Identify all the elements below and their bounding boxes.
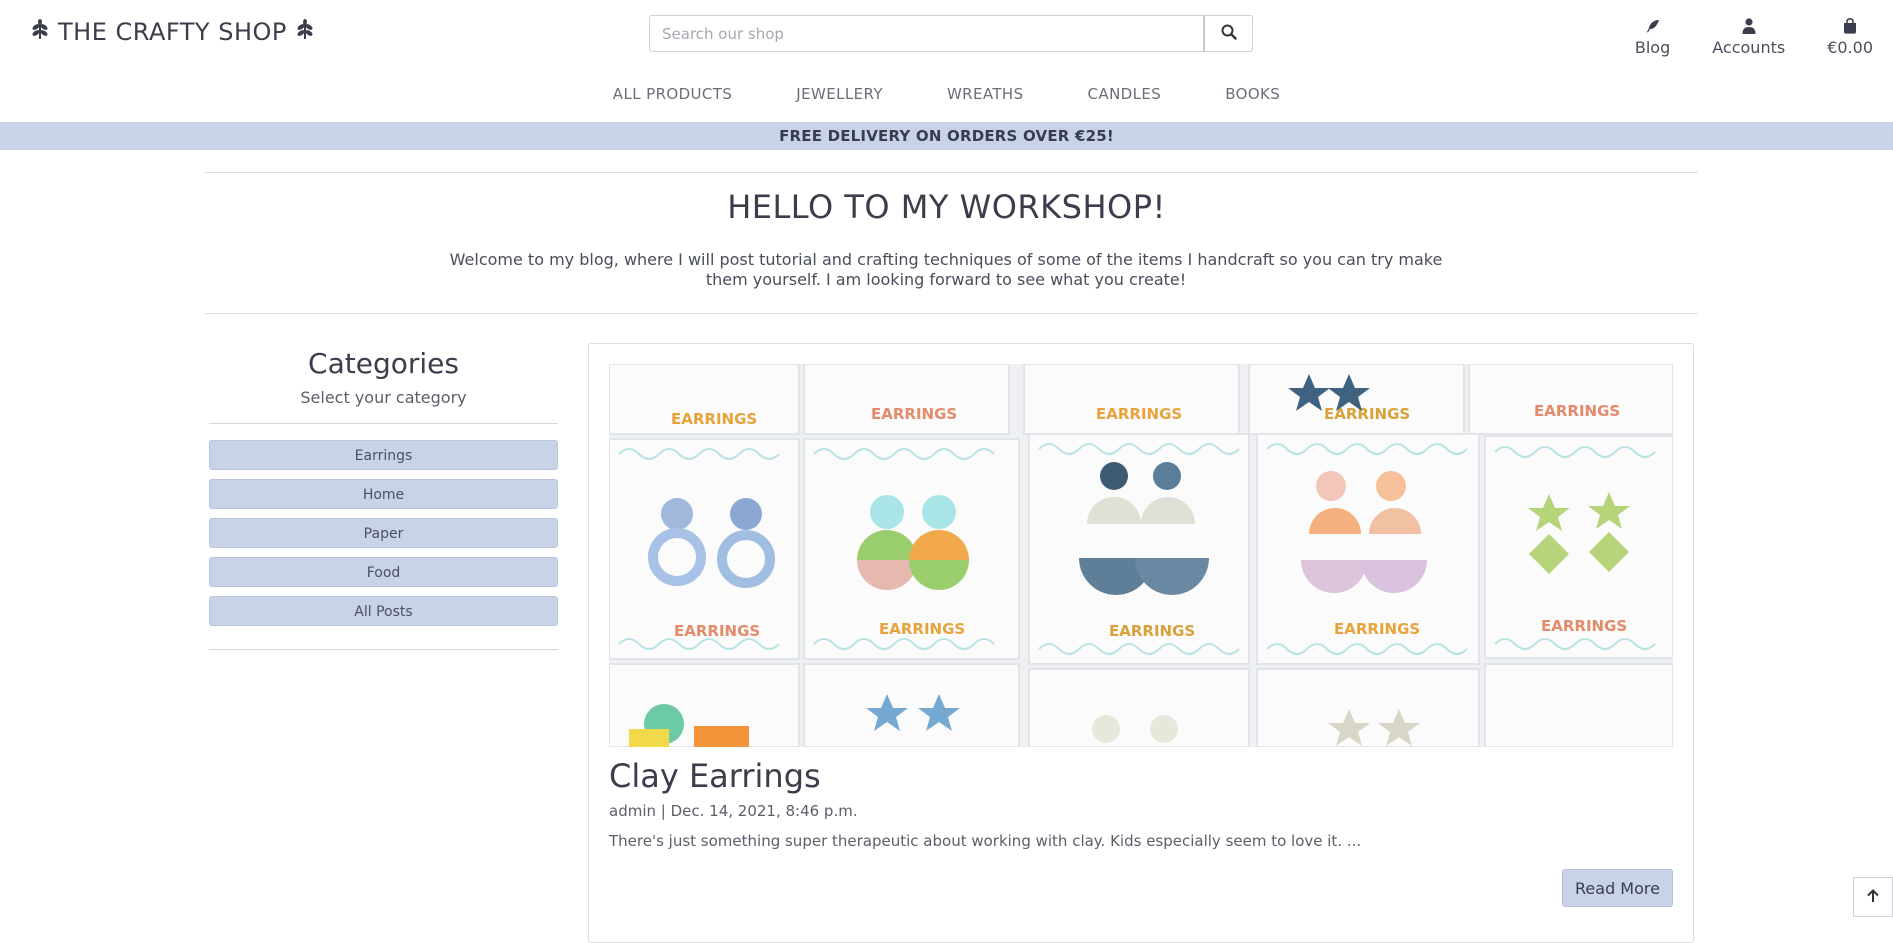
blog-label: Blog bbox=[1634, 38, 1671, 57]
cart-total: €0.00 bbox=[1827, 38, 1873, 57]
page-title: HELLO TO MY WORKSHOP! bbox=[727, 188, 1166, 226]
nav-candles[interactable]: CANDLES bbox=[1056, 85, 1194, 103]
search-bar bbox=[649, 15, 1253, 52]
svg-text:EARRINGS: EARRINGS bbox=[1541, 617, 1627, 635]
divider bbox=[204, 313, 1698, 314]
intro-text: Welcome to my blog, where I will post tu… bbox=[449, 250, 1443, 289]
svg-text:EARRINGS: EARRINGS bbox=[1334, 620, 1420, 638]
categories-subtitle: Select your category bbox=[300, 388, 467, 407]
categories-heading: Categories bbox=[308, 347, 459, 380]
category-paper-button[interactable]: Paper bbox=[209, 518, 558, 548]
divider bbox=[204, 172, 1698, 173]
svg-text:EARRINGS: EARRINGS bbox=[674, 622, 760, 640]
nav-all-products[interactable]: ALL PRODUCTS bbox=[581, 85, 765, 103]
cart-link[interactable]: €0.00 bbox=[1827, 12, 1873, 57]
svg-text:EARRINGS: EARRINGS bbox=[1109, 622, 1195, 640]
user-icon bbox=[1742, 12, 1756, 34]
svg-text:EARRINGS: EARRINGS bbox=[1096, 405, 1182, 423]
category-list: Earrings Home Paper Food All Posts bbox=[209, 424, 558, 649]
divider bbox=[209, 649, 558, 650]
category-food-button[interactable]: Food bbox=[209, 557, 558, 587]
post-excerpt: There's just something super therapeutic… bbox=[609, 832, 1362, 850]
category-home-button[interactable]: Home bbox=[209, 479, 558, 509]
blog-post-card: EARRINGS EARRINGS EARRINGS EARRINGS EARR… bbox=[588, 343, 1694, 943]
site-logo[interactable]: THE CRAFTY SHOP bbox=[30, 18, 315, 46]
post-image[interactable]: EARRINGS EARRINGS EARRINGS EARRINGS EARR… bbox=[609, 364, 1673, 747]
svg-text:EARRINGS: EARRINGS bbox=[671, 410, 757, 428]
leaf-icon bbox=[295, 18, 315, 46]
category-all-posts-button[interactable]: All Posts bbox=[209, 596, 558, 626]
search-button[interactable] bbox=[1204, 15, 1253, 52]
search-icon bbox=[1221, 24, 1237, 43]
shopping-bag-icon bbox=[1843, 12, 1857, 34]
back-to-top-button[interactable] bbox=[1853, 877, 1893, 917]
leaf-icon bbox=[30, 18, 50, 46]
categories-sidebar: Categories Select your category Earrings… bbox=[209, 347, 558, 650]
arrow-up-icon bbox=[1866, 888, 1880, 906]
svg-text:EARRINGS: EARRINGS bbox=[1534, 402, 1620, 420]
nav-wreaths[interactable]: WREATHS bbox=[915, 85, 1056, 103]
category-earrings-button[interactable]: Earrings bbox=[209, 440, 558, 470]
read-more-button[interactable]: Read More bbox=[1562, 869, 1673, 907]
nav-books[interactable]: BOOKS bbox=[1193, 85, 1312, 103]
svg-text:EARRINGS: EARRINGS bbox=[879, 620, 965, 638]
accounts-link[interactable]: Accounts bbox=[1712, 12, 1785, 57]
post-title[interactable]: Clay Earrings bbox=[609, 757, 821, 795]
post-meta: admin | Dec. 14, 2021, 8:46 p.m. bbox=[609, 802, 858, 820]
nav-jewellery[interactable]: JEWELLERY bbox=[764, 85, 915, 103]
header-links: Blog Accounts €0.00 bbox=[1593, 12, 1873, 57]
svg-text:EARRINGS: EARRINGS bbox=[871, 405, 957, 423]
accounts-label: Accounts bbox=[1712, 38, 1786, 57]
search-input[interactable] bbox=[649, 15, 1204, 52]
svg-text:EARRINGS: EARRINGS bbox=[1324, 405, 1410, 423]
blog-link[interactable]: Blog bbox=[1635, 12, 1670, 57]
feather-icon bbox=[1645, 12, 1661, 34]
main-nav: ALL PRODUCTS JEWELLERY WREATHS CANDLES B… bbox=[0, 85, 1893, 103]
delivery-banner: FREE DELIVERY ON ORDERS OVER €25! bbox=[0, 122, 1893, 150]
logo-text: THE CRAFTY SHOP bbox=[58, 18, 287, 46]
